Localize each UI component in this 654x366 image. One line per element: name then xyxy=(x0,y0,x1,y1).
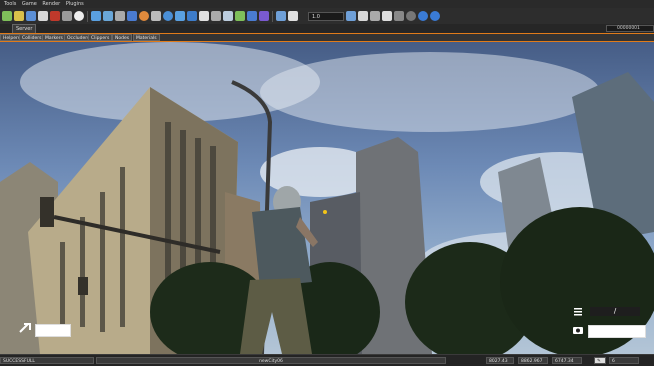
camera-lens xyxy=(576,328,580,333)
snap-icon[interactable] xyxy=(288,11,298,21)
sound-icon[interactable] xyxy=(259,11,269,21)
menu-bar: Tools Game Render Plugins xyxy=(0,0,654,8)
filter-materials[interactable]: Materials xyxy=(133,34,160,41)
menu-tools[interactable]: Tools xyxy=(4,1,16,7)
health-bar xyxy=(35,324,71,337)
character-legs xyxy=(240,278,312,354)
save-icon[interactable] xyxy=(26,11,36,21)
scale-icon[interactable] xyxy=(127,11,137,21)
sphere-icon[interactable] xyxy=(406,11,416,21)
camera-status-box xyxy=(588,325,646,338)
scene-viewport[interactable]: / xyxy=(0,42,654,354)
terrain-icon[interactable] xyxy=(139,11,149,21)
status-message: SUCCESSFULL xyxy=(0,357,94,364)
filter-colliders[interactable]: Colliders xyxy=(19,34,45,41)
coord-y: 8862.967 xyxy=(518,357,548,364)
camera-icon[interactable] xyxy=(187,11,197,21)
ammo-counter: / xyxy=(590,307,640,316)
zoom-select[interactable]: 1.0 xyxy=(308,11,344,21)
toolbar-separator xyxy=(272,10,273,22)
entity-icon[interactable] xyxy=(175,11,185,21)
traffic-light xyxy=(78,277,88,295)
redo-icon[interactable] xyxy=(50,11,60,21)
traffic-light xyxy=(40,197,54,227)
menu-render[interactable]: Render xyxy=(42,1,60,7)
undo-icon[interactable] xyxy=(38,11,48,21)
info-icon[interactable] xyxy=(430,11,440,21)
menu-game[interactable]: Game xyxy=(22,1,37,7)
game-icon[interactable] xyxy=(223,11,233,21)
open-icon[interactable] xyxy=(14,11,24,21)
menu-list-icon xyxy=(574,308,582,316)
main-toolbar: 1.0 xyxy=(0,8,654,24)
settings-icon[interactable] xyxy=(382,11,392,21)
grid-icon[interactable] xyxy=(235,11,245,21)
rotate-icon[interactable] xyxy=(115,11,125,21)
new-icon[interactable] xyxy=(2,11,12,21)
cloud xyxy=(260,52,600,132)
speed-icon[interactable]: ✎ xyxy=(594,357,606,364)
status-bar: SUCCESSFULL newCity06 8027.43 8862.967 6… xyxy=(0,354,654,366)
filter-markers[interactable]: Markers xyxy=(42,34,66,41)
filter-row: Helpers Colliders Markers Occluders Clip… xyxy=(0,33,654,42)
display-icon[interactable] xyxy=(394,11,404,21)
toolbar-separator xyxy=(87,10,88,22)
level-name: newCity06 xyxy=(96,357,446,364)
text-icon[interactable] xyxy=(211,11,221,21)
menu-plugins[interactable]: Plugins xyxy=(66,1,84,7)
unlink-icon[interactable] xyxy=(74,11,84,21)
coord-x: 8027.43 xyxy=(486,357,514,364)
filter-clippers[interactable]: Clippers xyxy=(88,34,113,41)
filter-nodes[interactable]: Nodes xyxy=(112,34,133,41)
help-icon[interactable] xyxy=(418,11,428,21)
character-torso xyxy=(252,207,312,287)
move-icon[interactable] xyxy=(103,11,113,21)
view-icon[interactable] xyxy=(276,11,286,21)
tab-server[interactable]: Server xyxy=(12,24,37,33)
physics-icon[interactable] xyxy=(163,11,173,21)
grid-snap-icon[interactable] xyxy=(370,11,380,21)
coord-box: 00000001 xyxy=(606,25,654,32)
move-tool-icon[interactable] xyxy=(358,11,368,21)
coord-box-value: 00000001 xyxy=(617,26,640,31)
refresh-icon[interactable] xyxy=(346,11,356,21)
select-icon[interactable] xyxy=(91,11,101,21)
speed-value[interactable]: 6 xyxy=(609,357,639,364)
coord-z: 6747.34 xyxy=(552,357,582,364)
tab-row: Server 00000001 xyxy=(0,24,654,33)
material-icon[interactable] xyxy=(199,11,209,21)
fx-icon[interactable] xyxy=(151,11,161,21)
scene-render xyxy=(0,42,654,354)
link-icon[interactable] xyxy=(62,11,72,21)
light-icon[interactable] xyxy=(247,11,257,21)
crosshair xyxy=(323,210,327,214)
